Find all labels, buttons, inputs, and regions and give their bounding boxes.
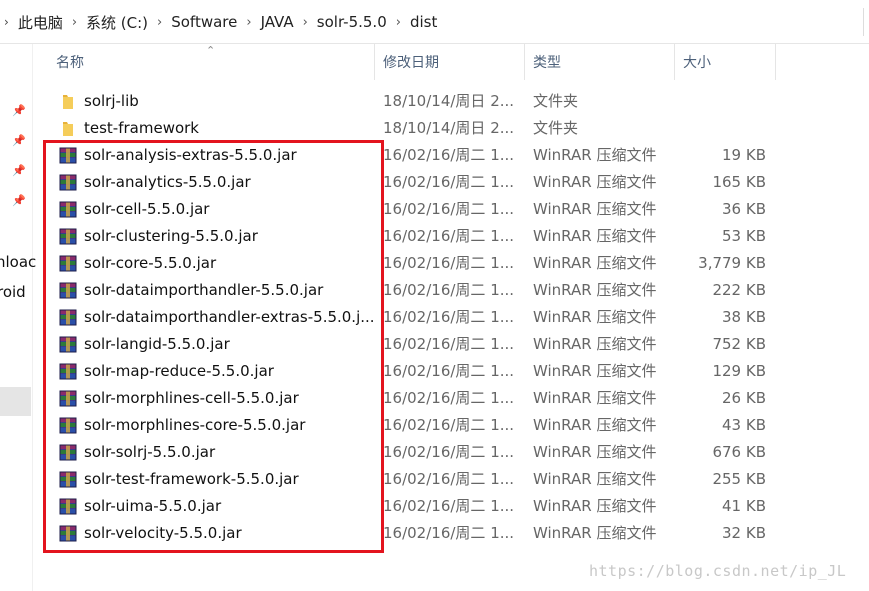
- file-size: 32 KB: [722, 524, 766, 542]
- file-modified-date: 16/02/16/周二 1...: [383, 389, 515, 407]
- breadcrumb-item-software[interactable]: Software: [171, 13, 237, 31]
- file-type: WinRAR 压缩文件: [533, 335, 657, 353]
- column-header-type[interactable]: 类型: [525, 44, 675, 80]
- file-type: WinRAR 压缩文件: [533, 389, 657, 407]
- file-size: 165 KB: [712, 173, 766, 191]
- file-modified-date: 18/10/14/周日 2...: [383, 119, 515, 137]
- file-modified-date: 16/02/16/周二 1...: [383, 254, 515, 272]
- file-type: 文件夹: [533, 119, 579, 137]
- breadcrumb-lead-arrow-icon[interactable]: ›: [4, 15, 9, 29]
- file-size: 752 KB: [712, 335, 766, 353]
- file-size: 3,779 KB: [698, 254, 766, 272]
- column-header-row: ⌃ 名称 修改日期 类型 大小: [48, 44, 778, 84]
- file-row[interactable]: test-framework 18/10/14/周日 2... 文件夹: [48, 115, 778, 142]
- file-size: [674, 115, 766, 142]
- file-modified-date: 16/02/16/周二 1...: [383, 200, 515, 218]
- file-type: WinRAR 压缩文件: [533, 200, 657, 218]
- file-name: test-framework: [84, 119, 199, 137]
- breadcrumb-separator-icon[interactable]: ›: [303, 15, 308, 30]
- highlight-box: [43, 140, 384, 553]
- file-size: 129 KB: [712, 362, 766, 380]
- pin-icon[interactable]: 📌: [12, 104, 26, 117]
- sidebar-item-android[interactable]: roid: [0, 283, 26, 301]
- file-type: WinRAR 压缩文件: [533, 281, 657, 299]
- file-row[interactable]: solrj-lib 18/10/14/周日 2... 文件夹: [48, 88, 778, 115]
- file-type: 文件夹: [533, 92, 579, 110]
- pin-icon[interactable]: 📌: [12, 134, 26, 147]
- breadcrumb-separator-icon[interactable]: ›: [246, 15, 251, 30]
- file-size: 36 KB: [722, 200, 766, 218]
- breadcrumb-item-dist[interactable]: dist: [410, 13, 437, 31]
- column-header-modified[interactable]: 修改日期: [375, 44, 525, 80]
- address-bar-dropdown-edge[interactable]: [863, 8, 869, 36]
- breadcrumb-separator-icon[interactable]: ›: [157, 15, 162, 30]
- breadcrumb-item-drive-c[interactable]: 系统 (C:): [86, 12, 148, 33]
- file-modified-date: 16/02/16/周二 1...: [383, 416, 515, 434]
- file-size: 676 KB: [712, 443, 766, 461]
- file-type: WinRAR 压缩文件: [533, 416, 657, 434]
- file-modified-date: 16/02/16/周二 1...: [383, 524, 515, 542]
- file-size: 222 KB: [712, 281, 766, 299]
- breadcrumb-item-solr[interactable]: solr-5.5.0: [317, 13, 387, 31]
- pin-icon[interactable]: 📌: [12, 194, 26, 207]
- file-modified-date: 16/02/16/周二 1...: [383, 443, 515, 461]
- column-header-size[interactable]: 大小: [675, 44, 776, 80]
- address-bar[interactable]: › 此电脑 › 系统 (C:) › Software › JAVA › solr…: [0, 0, 869, 44]
- sidebar-item-downloads[interactable]: nloac: [0, 253, 36, 271]
- breadcrumb-item-java[interactable]: JAVA: [261, 13, 294, 31]
- file-type: WinRAR 压缩文件: [533, 470, 657, 488]
- pin-icon[interactable]: 📌: [12, 164, 26, 177]
- file-modified-date: 16/02/16/周二 1...: [383, 335, 515, 353]
- column-header-name[interactable]: 名称: [48, 44, 375, 80]
- folder-icon: [59, 120, 77, 137]
- file-modified-date: 16/02/16/周二 1...: [383, 497, 515, 515]
- file-modified-date: 18/10/14/周日 2...: [383, 92, 515, 110]
- file-type: WinRAR 压缩文件: [533, 146, 657, 164]
- breadcrumb-separator-icon[interactable]: ›: [72, 15, 77, 30]
- file-modified-date: 16/02/16/周二 1...: [383, 146, 515, 164]
- file-size: 53 KB: [722, 227, 766, 245]
- file-size: [674, 88, 766, 115]
- file-type: WinRAR 压缩文件: [533, 254, 657, 272]
- file-size: 26 KB: [722, 389, 766, 407]
- file-type: WinRAR 压缩文件: [533, 497, 657, 515]
- file-modified-date: 16/02/16/周二 1...: [383, 470, 515, 488]
- breadcrumb-separator-icon[interactable]: ›: [396, 15, 401, 30]
- file-modified-date: 16/02/16/周二 1...: [383, 227, 515, 245]
- file-size: 41 KB: [722, 497, 766, 515]
- file-size: 38 KB: [722, 308, 766, 326]
- breadcrumb: › 此电脑 › 系统 (C:) › Software › JAVA › solr…: [0, 0, 437, 44]
- file-type: WinRAR 压缩文件: [533, 173, 657, 191]
- file-modified-date: 16/02/16/周二 1...: [383, 281, 515, 299]
- file-modified-date: 16/02/16/周二 1...: [383, 308, 515, 326]
- navigation-pane: 📌 📌 📌 📌 nloac roid: [0, 44, 36, 591]
- file-name: solrj-lib: [84, 92, 139, 110]
- file-type: WinRAR 压缩文件: [533, 308, 657, 326]
- watermark: https://blog.csdn.net/ip_JL: [589, 562, 847, 580]
- sidebar-selected-item[interactable]: [0, 387, 31, 416]
- file-size: 43 KB: [722, 416, 766, 434]
- folder-icon: [59, 93, 77, 110]
- file-modified-date: 16/02/16/周二 1...: [383, 173, 515, 191]
- file-type: WinRAR 压缩文件: [533, 362, 657, 380]
- file-modified-date: 16/02/16/周二 1...: [383, 362, 515, 380]
- file-type: WinRAR 压缩文件: [533, 443, 657, 461]
- file-type: WinRAR 压缩文件: [533, 227, 657, 245]
- file-type: WinRAR 压缩文件: [533, 524, 657, 542]
- breadcrumb-item-this-pc[interactable]: 此电脑: [18, 12, 63, 33]
- file-size: 255 KB: [712, 470, 766, 488]
- file-size: 19 KB: [722, 146, 766, 164]
